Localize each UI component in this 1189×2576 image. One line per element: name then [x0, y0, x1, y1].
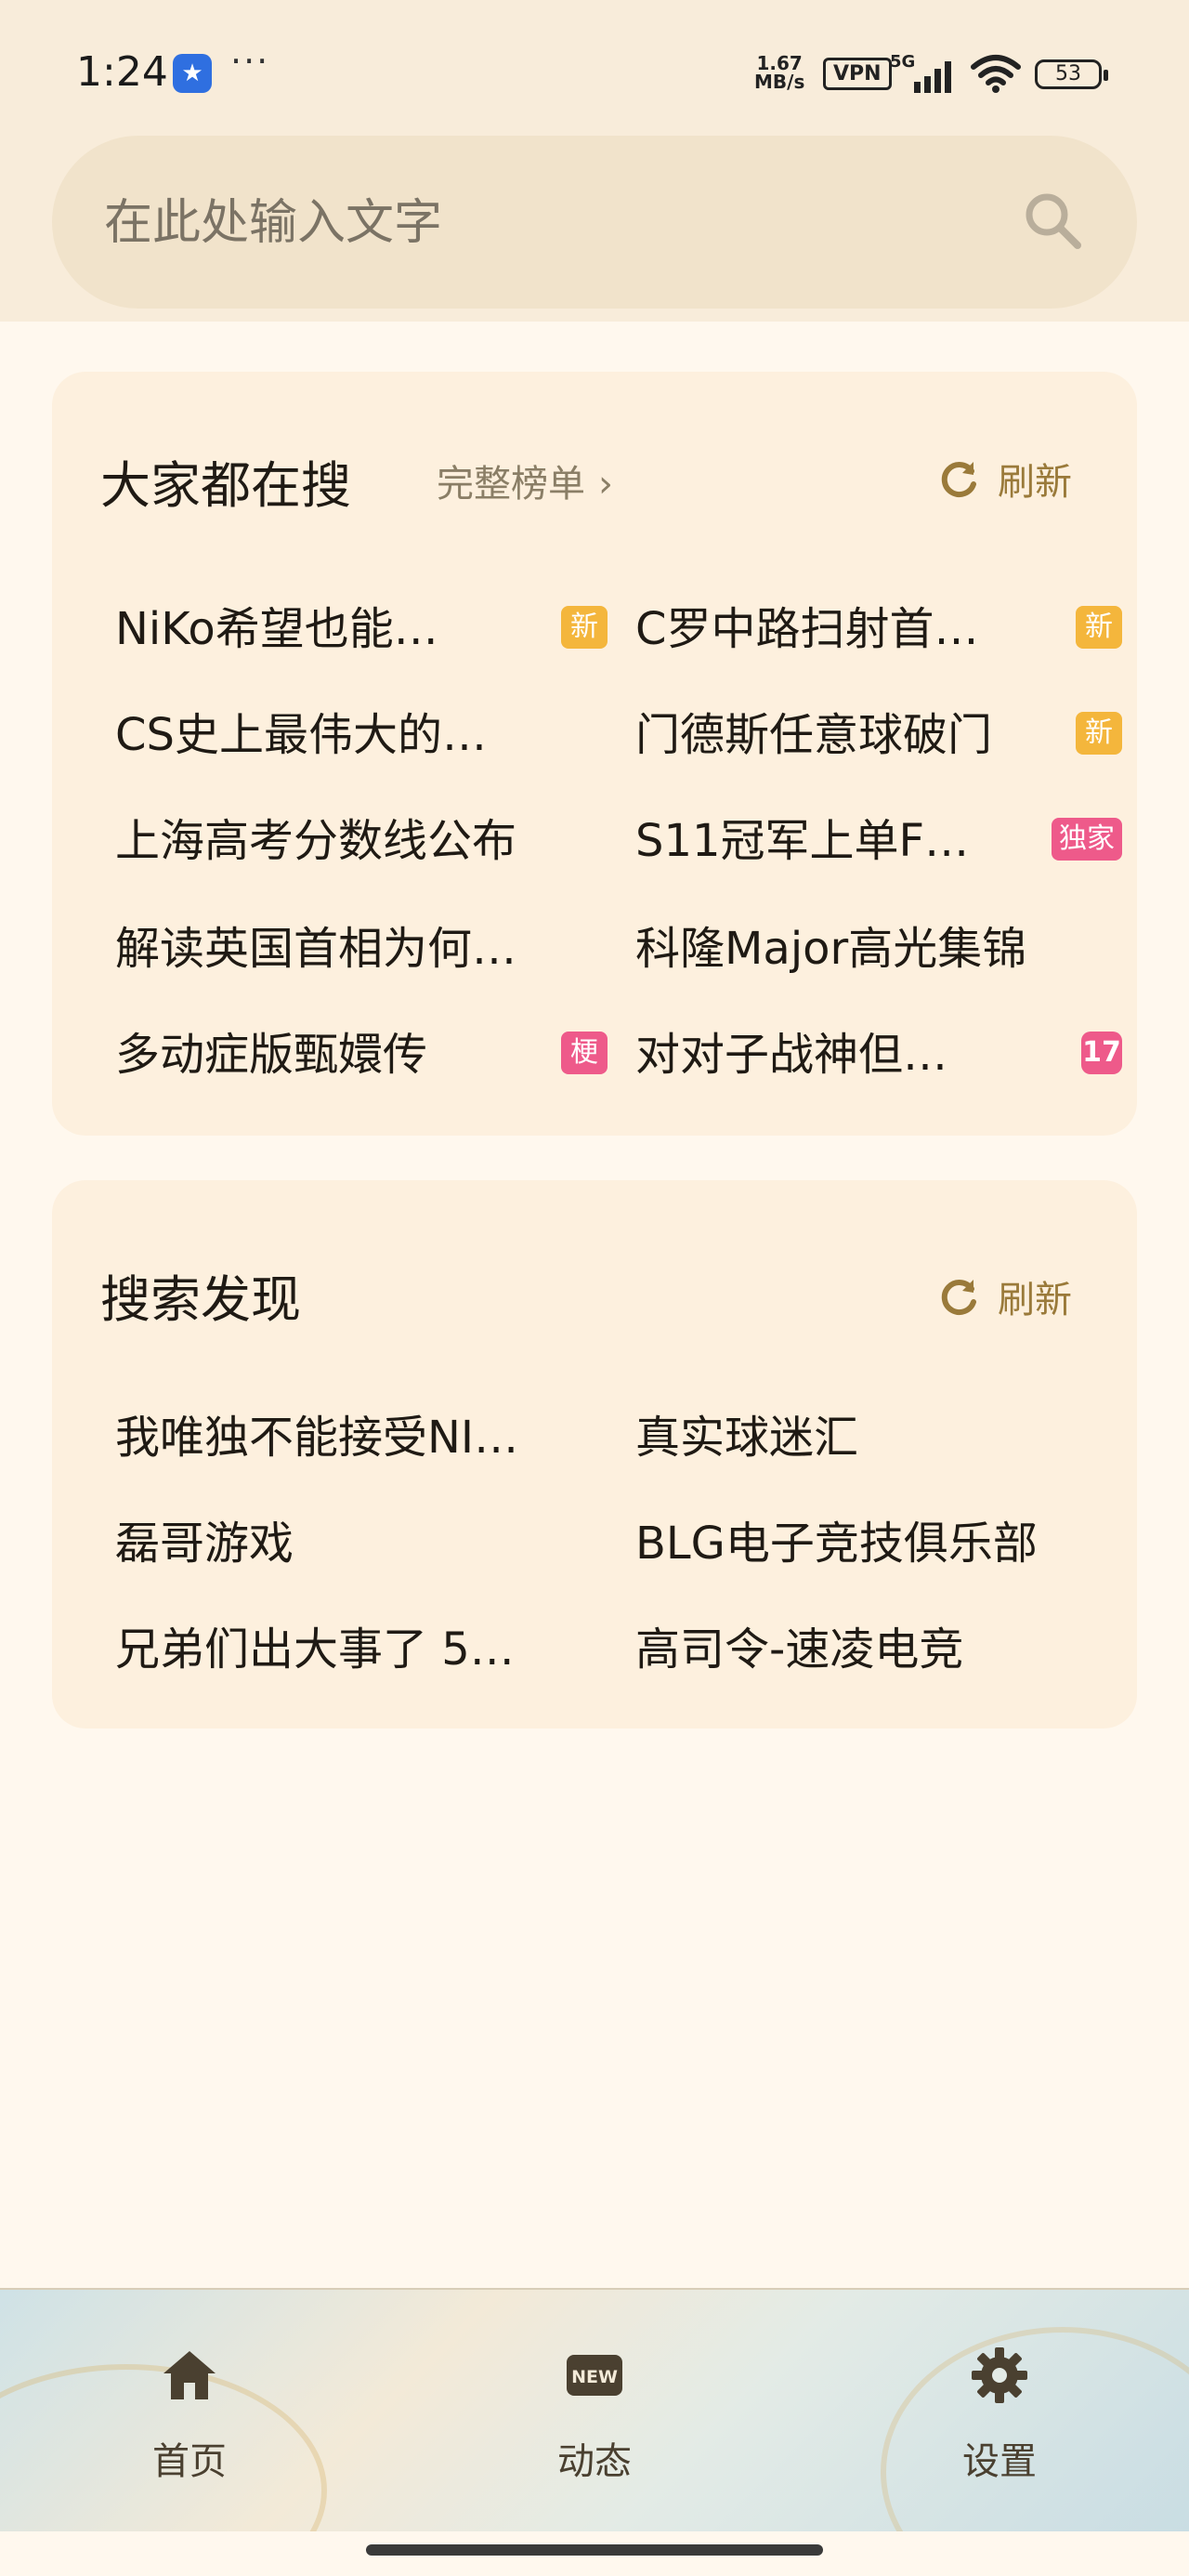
refresh-label: 刷新	[998, 1279, 1072, 1321]
new-badge: 新	[1076, 712, 1122, 755]
discover-item-text: 兄弟们出大事了 5…	[115, 1623, 515, 1676]
trending-item-text: 多动症版甄嬛传	[115, 1029, 428, 1081]
new-icon: NEW	[567, 2355, 622, 2396]
vpn-icon: VPN	[823, 58, 892, 90]
trending-item[interactable]: 对对子战神但… 17	[635, 1013, 1122, 1087]
trending-item[interactable]: NiKo希望也能… 新	[115, 587, 608, 662]
exclusive-badge: 独家	[1052, 818, 1122, 861]
trending-item-text: 门德斯任意球破门	[635, 709, 993, 761]
trending-item-text: 科隆Major高光集锦	[635, 923, 1027, 975]
discover-item-text: 磊哥游戏	[115, 1518, 294, 1570]
app-notification-icon	[173, 54, 212, 93]
wifi-icon	[971, 55, 1021, 93]
nav-settings[interactable]: 设置	[925, 2346, 1074, 2494]
trending-item-text: 上海高考分数线公布	[115, 815, 517, 867]
discover-item[interactable]: 我唯独不能接受NI…	[115, 1396, 608, 1470]
trending-item-text: NiKo希望也能…	[115, 603, 438, 655]
discover-item[interactable]: 兄弟们出大事了 5…	[115, 1608, 608, 1682]
trending-item[interactable]: 多动症版甄嬛传 梗	[115, 1013, 608, 1087]
discover-item[interactable]: 磊哥游戏	[115, 1502, 608, 1576]
signal-icon: 5G	[890, 52, 951, 93]
trending-item[interactable]: C罗中路扫射首… 新	[635, 587, 1122, 662]
meme-badge: 梗	[561, 1032, 608, 1074]
refresh-icon	[941, 1280, 976, 1316]
trending-item[interactable]: 科隆Major高光集锦	[635, 907, 1122, 981]
home-indicator[interactable]	[366, 2544, 823, 2556]
trending-item[interactable]: CS史上最伟大的…	[115, 693, 608, 768]
home-icon	[163, 2351, 216, 2399]
trending-item[interactable]: 上海高考分数线公布	[115, 799, 608, 874]
search-input[interactable]	[102, 136, 998, 310]
search-icon[interactable]	[1022, 190, 1083, 251]
new-badge: 新	[1076, 606, 1122, 649]
trending-card: 大家都在搜 完整榜单 › 刷新 NiKo希望也能… 新 C罗中路扫射首… 新 CS…	[52, 372, 1137, 1136]
refresh-label: 刷新	[998, 461, 1072, 504]
new-badge-text: NEW	[571, 2367, 618, 2387]
trending-item-text: 对对子战神但…	[635, 1029, 948, 1081]
network-speed: 1.67 MB/s	[754, 54, 804, 91]
status-time: 1:24	[76, 48, 168, 96]
discover-item-text: 高司令-速凌电竞	[635, 1623, 964, 1676]
trending-title: 大家都在搜	[100, 456, 351, 515]
bottom-nav: 首页 NEW 动态 设置	[0, 2288, 1189, 2531]
trending-item[interactable]: 门德斯任意球破门 新	[635, 693, 1122, 768]
refresh-icon	[941, 462, 976, 498]
trending-item-text: S11冠军上单F…	[635, 815, 970, 867]
discover-item-text: BLG电子竞技俱乐部	[635, 1518, 1038, 1570]
trending-item-text: C罗中路扫射首…	[635, 603, 979, 655]
discover-item-text: 真实球迷汇	[635, 1412, 859, 1464]
nav-home[interactable]: 首页	[115, 2346, 264, 2494]
more-notifications-icon: ···	[230, 41, 270, 82]
network-type: 5G	[890, 52, 915, 72]
discover-card: 搜索发现 刷新 我唯独不能接受NI… 真实球迷汇 磊哥游戏 BLG电子竞技俱乐部…	[52, 1180, 1137, 1728]
full-rank-label: 完整榜单	[437, 463, 585, 506]
new-badge: 新	[561, 606, 608, 649]
search-bar[interactable]	[52, 136, 1137, 310]
trending-item-text: 解读英国首相为何…	[115, 923, 517, 975]
status-bar: 1:24 ··· 1.67 MB/s VPN 5G 53	[0, 0, 1189, 139]
battery-icon: 53	[1035, 59, 1108, 89]
full-rank-link[interactable]: 完整榜单 ›	[437, 453, 613, 507]
nav-feed-label: 动态	[557, 2440, 632, 2483]
discover-refresh-button[interactable]: 刷新	[936, 1269, 1072, 1323]
header: 1:24 ··· 1.67 MB/s VPN 5G 53	[0, 0, 1189, 322]
nav-feed[interactable]: NEW 动态	[520, 2346, 669, 2494]
discover-item[interactable]: 高司令-速凌电竞	[635, 1608, 1122, 1682]
network-speed-unit: MB/s	[754, 71, 805, 93]
trending-item[interactable]: 解读英国首相为何…	[115, 907, 608, 981]
trending-item-text: CS史上最伟大的…	[115, 709, 487, 761]
chevron-right-icon: ›	[598, 463, 613, 506]
trending-item[interactable]: S11冠军上单F… 独家	[635, 799, 1122, 874]
discover-item-text: 我唯独不能接受NI…	[115, 1412, 519, 1464]
calendar-badge-icon: 17	[1081, 1032, 1122, 1074]
nav-home-label: 首页	[152, 2440, 227, 2483]
discover-title: 搜索发现	[100, 1270, 301, 1329]
discover-item[interactable]: BLG电子竞技俱乐部	[635, 1502, 1122, 1576]
gear-icon	[972, 2347, 1027, 2403]
nav-settings-label: 设置	[962, 2440, 1037, 2483]
discover-item[interactable]: 真实球迷汇	[635, 1396, 1122, 1470]
trending-refresh-button[interactable]: 刷新	[936, 452, 1072, 506]
